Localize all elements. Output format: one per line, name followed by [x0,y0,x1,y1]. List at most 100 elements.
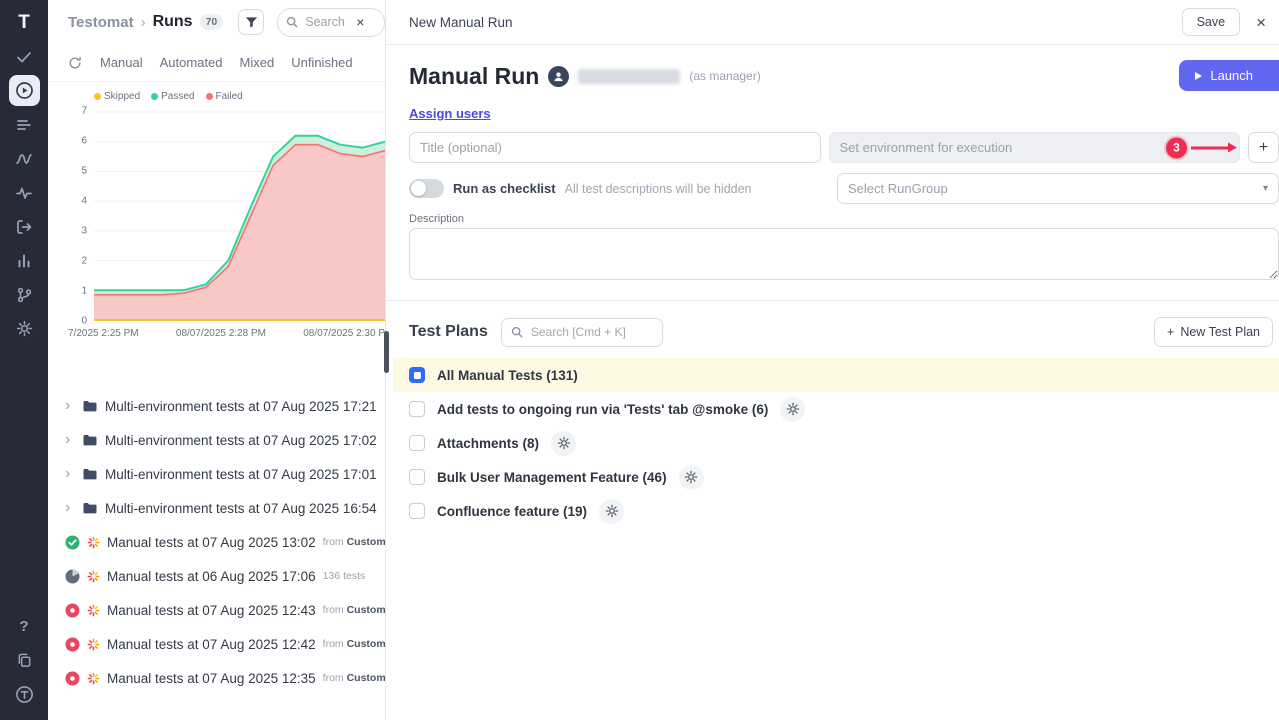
scrollbar-thumb[interactable] [384,331,389,373]
nav-tests-icon[interactable] [9,41,40,72]
test-plans-search [501,318,663,347]
breadcrumb-section: Runs [153,13,193,31]
rungroup-select[interactable]: Select RunGroup ▾ [837,173,1279,204]
legend-failed: Failed [206,91,243,102]
gear-icon [557,436,571,450]
plan-settings-button[interactable] [599,499,624,524]
run-row[interactable]: › Multi-environment tests at 07 Aug 2025 … [48,457,385,491]
folder-icon [82,399,98,413]
run-row[interactable]: ›Multi-environment tests at 07 Aug 2025 … [48,423,385,457]
test-plan-row[interactable]: Bulk User Management Feature (46) [393,460,1279,494]
runs-chart: 01234567 [48,111,385,321]
y-tick: 0 [81,316,87,327]
legend-skipped: Skipped [94,91,140,102]
run-title: Manual tests at 07 Aug 2025 13:02 [107,535,316,550]
run-title: Manual tests at 06 Aug 2025 17:06 [107,569,316,584]
page-title: Manual Run [409,63,539,90]
play-icon [1195,72,1202,80]
help-icon[interactable]: ? [9,611,40,642]
nav-runs-icon[interactable] [9,75,40,106]
clear-search-button[interactable]: × [356,15,364,29]
chevron-right-icon[interactable]: › [65,398,76,414]
run-row[interactable]: Manual tests at 06 Aug 2025 17:06 136 tes… [48,559,385,593]
refresh-icon[interactable] [68,56,82,70]
y-tick: 2 [81,256,87,267]
nav-settings-icon[interactable] [9,313,40,344]
nav-branches-icon[interactable] [9,279,40,310]
status-failed-icon [65,603,80,618]
nav-import-icon[interactable] [9,211,40,242]
run-meta: from Custom [323,536,385,548]
account-logo-icon[interactable] [9,679,40,710]
plan-settings-button[interactable] [780,397,805,422]
nav-rail: T ? [0,0,48,720]
plan-settings-button[interactable] [679,465,704,490]
manual-test-icon [87,638,100,651]
gear-icon [786,402,800,416]
plan-settings-button[interactable] [551,431,576,456]
plan-checkbox[interactable] [409,503,425,519]
launch-button[interactable]: Launch [1179,60,1279,91]
run-title-input[interactable] [409,132,821,163]
runs-search: × [277,8,385,37]
app-logo[interactable]: T [18,8,30,38]
run-meta: 136 tests [323,570,366,582]
chart-y-axis: 01234567 [48,111,94,321]
close-icon[interactable]: × [1256,14,1266,31]
run-row[interactable]: › Multi-environment tests at 07 Aug 2025 … [48,389,385,423]
tab-mixed[interactable]: Mixed [240,55,275,70]
nav-pulse-icon[interactable] [9,177,40,208]
folder-icon [82,501,98,515]
run-title: Multi-environment tests at 07 Aug 2025 1… [105,467,377,482]
test-plans-search-input[interactable] [529,324,645,340]
run-title: Multi-environment tests at 07 Aug 2025 1… [105,399,377,414]
environment-input[interactable] [829,132,1241,163]
run-row[interactable]: ›Multi-environment tests at 07 Aug 2025 … [48,491,385,525]
run-as-checklist-toggle[interactable] [409,179,444,198]
assign-users-link[interactable]: Assign users [409,106,491,121]
tab-unfinished[interactable]: Unfinished [291,55,352,70]
y-tick: 3 [81,226,87,237]
run-meta: from Custom [323,604,385,616]
run-row[interactable]: Manual tests at 07 Aug 2025 12:35from Cu… [48,661,385,695]
manual-test-icon [87,536,100,549]
tab-automated[interactable]: Automated [160,55,223,70]
nav-analytics-icon[interactable] [9,143,40,174]
breadcrumb-project[interactable]: Testomat [68,14,134,31]
nav-plans-icon[interactable] [9,109,40,140]
runs-search-input[interactable] [303,14,351,30]
run-row[interactable]: Manual tests at 07 Aug 2025 12:43from Cu… [48,593,385,627]
gear-icon [684,470,698,484]
chevron-right-icon[interactable]: › [65,466,76,482]
chart-x-axis: 7/2025 2:25 PM 08/07/2025 2:28 PM 08/07/… [48,321,385,339]
plus-icon: + [1167,325,1174,339]
panel-title: New Manual Run [409,15,513,30]
chevron-right-icon[interactable]: › [65,500,76,516]
test-plan-row[interactable]: Confluence feature (19) [393,494,1279,528]
nav-reports-icon[interactable] [9,245,40,276]
folder-icon [82,467,98,481]
section-divider [386,300,1279,301]
tab-manual[interactable]: Manual [100,55,143,70]
run-row[interactable]: Manual tests at 07 Aug 2025 13:02 from Cu… [48,525,385,559]
search-icon [511,326,523,338]
plan-checkbox[interactable] [409,367,425,383]
test-plan-row[interactable]: All Manual Tests (131) [393,358,1279,392]
new-test-plan-button[interactable]: + New Test Plan [1154,317,1273,347]
plan-checkbox[interactable] [409,469,425,485]
chevron-right-icon[interactable]: › [65,432,76,448]
y-tick: 6 [81,136,87,147]
plan-label: Attachments (8) [437,436,539,451]
test-plan-row[interactable]: Add tests to ongoing run via 'Tests' tab… [393,392,1279,426]
save-button[interactable]: Save [1182,8,1241,36]
filter-button[interactable] [238,9,264,35]
description-textarea[interactable] [409,228,1279,280]
status-failed-icon [65,637,80,652]
runs-list: › Multi-environment tests at 07 Aug 2025 … [48,389,385,695]
plan-checkbox[interactable] [409,435,425,451]
plan-checkbox[interactable] [409,401,425,417]
add-environment-button[interactable]: + [1248,132,1279,163]
test-plan-row[interactable]: Attachments (8) [393,426,1279,460]
run-row[interactable]: Manual tests at 07 Aug 2025 12:42from Cu… [48,627,385,661]
docs-icon[interactable] [9,645,40,676]
